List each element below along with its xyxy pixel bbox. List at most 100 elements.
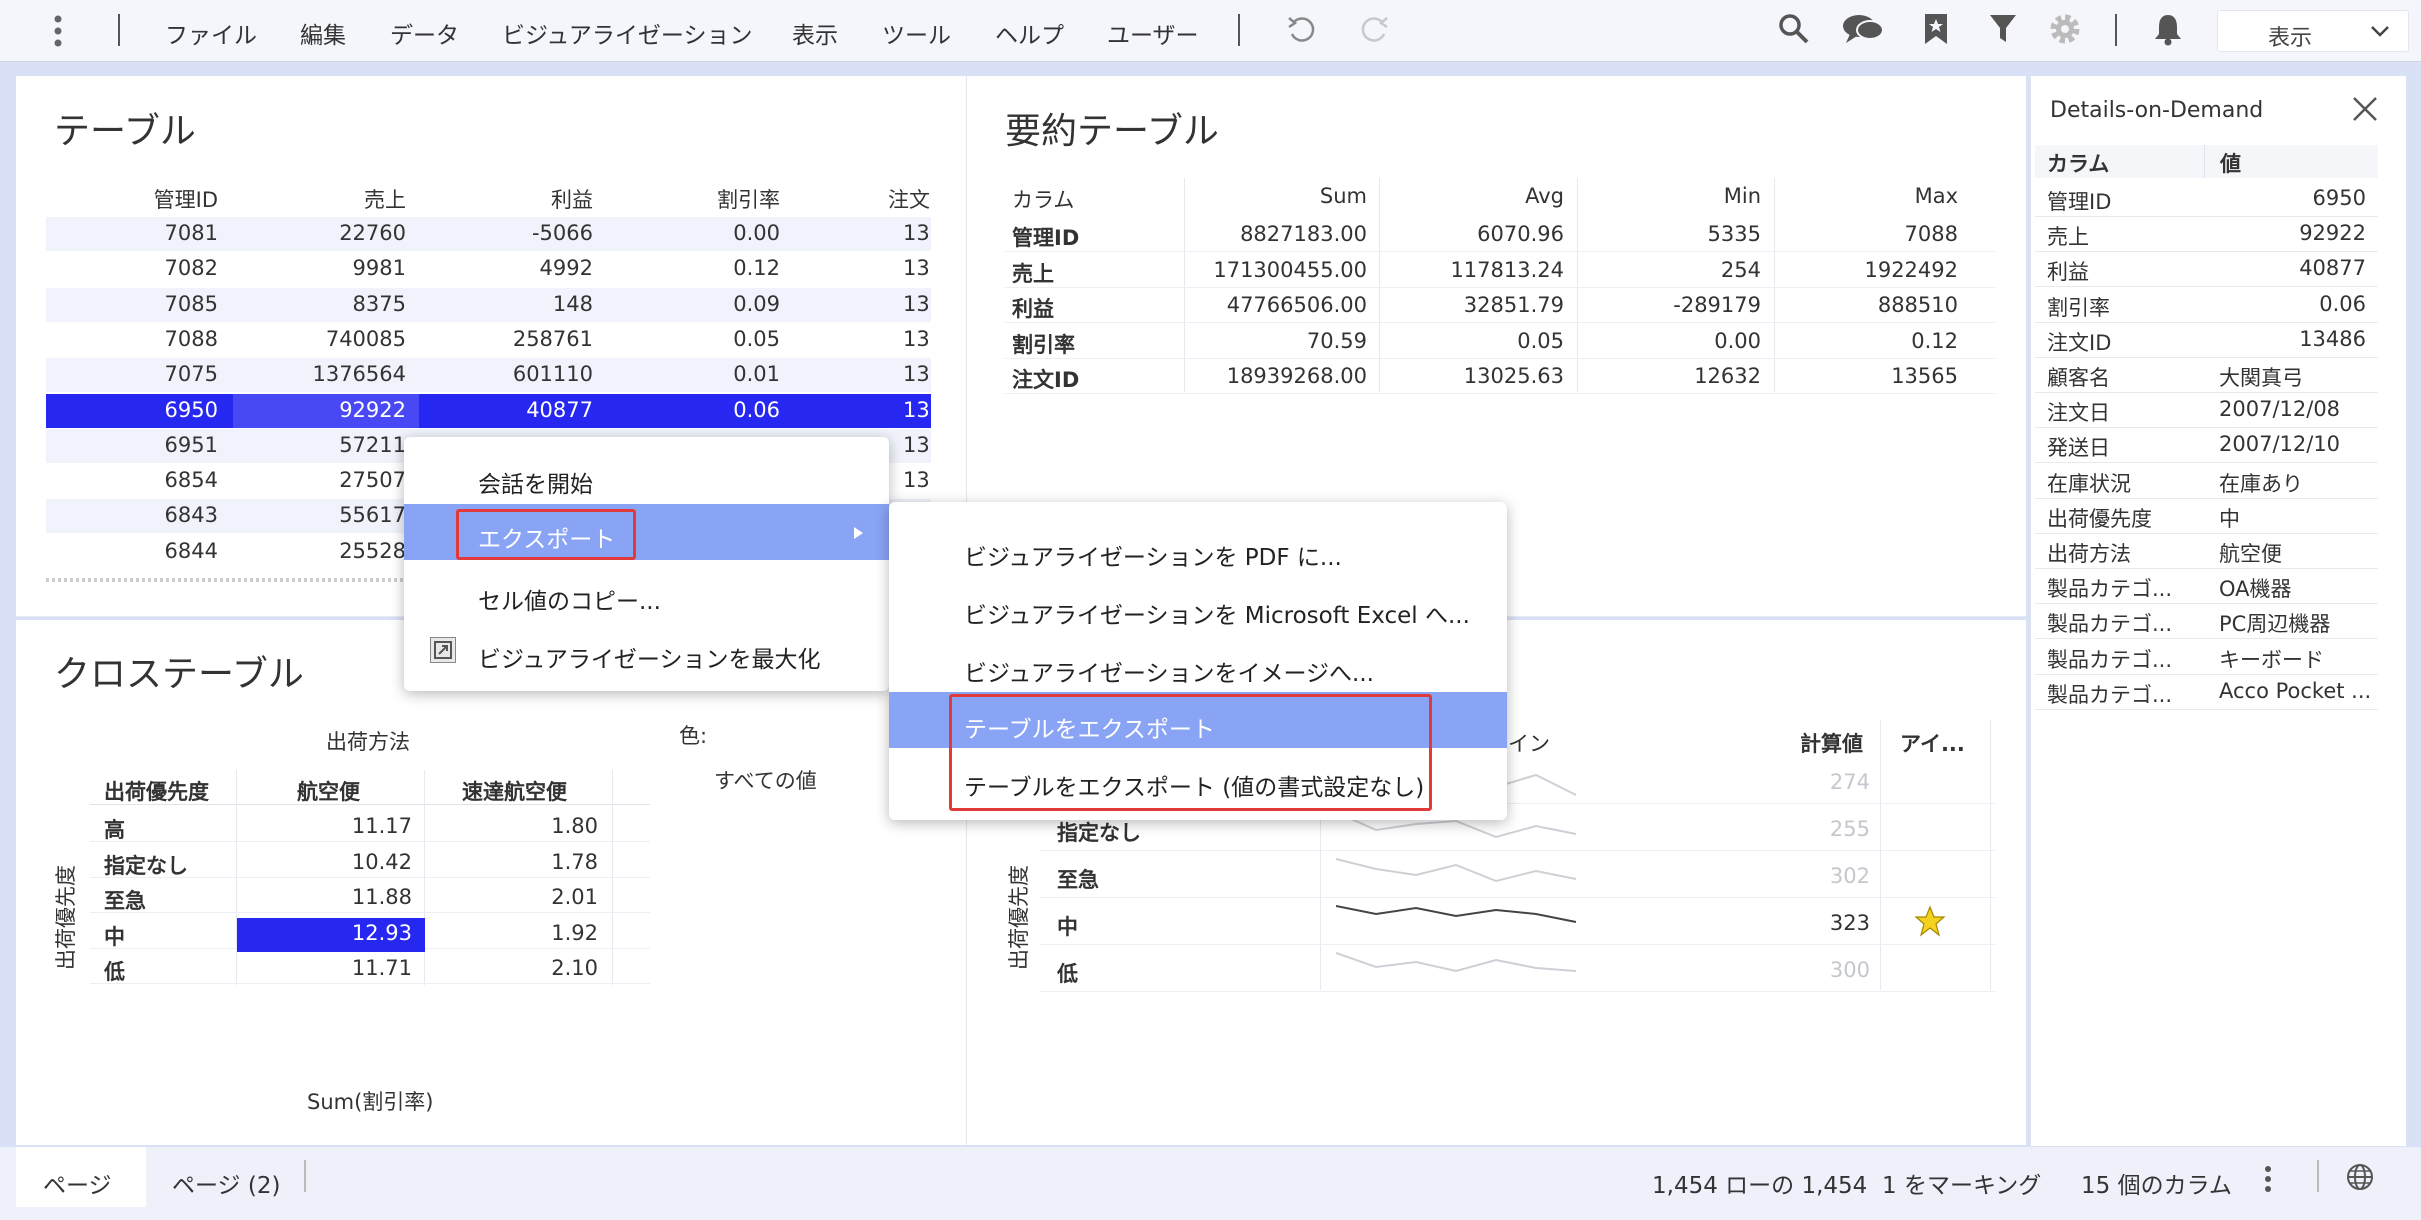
menu-item-copy-cell[interactable]: セル値のコピー...	[478, 582, 661, 616]
table-column-header[interactable]: 利益	[408, 184, 593, 214]
graphical-row-divider	[1040, 850, 1995, 851]
menu-item-export-excel[interactable]: ビジュアライゼーションを Microsoft Excel へ...	[964, 596, 1470, 630]
graphical-row-label: 中	[1057, 915, 1078, 939]
details-row-divider	[2035, 216, 2378, 217]
details-row-divider	[2035, 286, 2378, 288]
table-cell: 6844	[164, 538, 218, 563]
cross-table-panel	[16, 620, 1026, 1145]
menu-item-export-image[interactable]: ビジュアライゼーションをイメージへ...	[964, 654, 1374, 688]
summary-column-header[interactable]: Max	[1778, 184, 1958, 208]
menu-data[interactable]: データ	[390, 16, 459, 50]
cross-cell[interactable]: 1.92	[424, 921, 598, 945]
summary-column-header[interactable]: Sum	[1187, 184, 1367, 208]
cross-row-axis-label: 出荷優先度	[54, 865, 78, 970]
summary-cell: 1922492	[1864, 257, 1958, 282]
table-cell: 13	[903, 256, 930, 281]
summary-row-label: 管理ID	[1012, 226, 1080, 250]
column-divider	[1379, 178, 1380, 392]
details-row-divider	[2035, 462, 2378, 464]
details-row-divider	[2035, 532, 2378, 534]
menu-tools[interactable]: ツール	[882, 16, 951, 50]
details-field-name: 発送日	[2047, 436, 2110, 461]
table-cell: 7075	[164, 362, 218, 387]
table-column-header[interactable]: 管理ID	[48, 184, 218, 214]
summary-column-header[interactable]: カラム	[1012, 184, 1074, 214]
menu-file[interactable]: ファイル	[165, 16, 257, 50]
graphical-calc-value: 300	[1829, 958, 1870, 982]
menu-view[interactable]: 表示	[792, 16, 838, 50]
more-vertical-icon[interactable]	[52, 14, 64, 48]
table-column-header[interactable]: 注文	[830, 184, 930, 214]
details-field-value: 92922	[2299, 221, 2366, 246]
table-column-header[interactable]: 割引率	[595, 184, 780, 214]
cross-row-header: 出荷優先度	[104, 780, 209, 804]
table-cell: 92922	[339, 397, 406, 422]
cross-table-title: クロステーブル	[54, 654, 304, 695]
table-cell: 13	[903, 221, 930, 245]
comments-icon[interactable]	[1840, 12, 1886, 50]
details-field-name: 注文日	[2047, 401, 2110, 426]
details-field-name: 注文ID	[2047, 330, 2112, 355]
summary-cell: -289179	[1673, 293, 1761, 317]
details-field-value: 2007/12/08	[2219, 397, 2341, 422]
cross-cell[interactable]: 12.93	[236, 921, 412, 945]
summary-column-header[interactable]: Avg	[1384, 184, 1564, 208]
table-cell: 0.09	[733, 291, 780, 316]
summary-cell: 70.59	[1306, 328, 1367, 353]
table-cell: 40877	[526, 397, 593, 422]
menu-visualization[interactable]: ビジュアライゼーション	[502, 16, 752, 50]
menu-item-maximize[interactable]: ビジュアライゼーションを最大化	[478, 640, 820, 674]
cross-cell[interactable]: 11.88	[236, 885, 412, 909]
more-vertical-icon[interactable]	[2263, 1165, 2273, 1197]
cross-cell[interactable]: 2.10	[424, 956, 598, 980]
details-field-value: 大関真弓	[2219, 366, 2303, 390]
undo-icon[interactable]	[1284, 12, 1320, 52]
summary-row-divider	[1005, 357, 1995, 359]
gear-icon[interactable]	[2048, 12, 2082, 50]
summary-row-label: 利益	[1012, 297, 1054, 321]
details-row-divider	[2035, 321, 2378, 323]
search-icon[interactable]	[1777, 12, 1811, 50]
table-cell: 27507	[339, 468, 406, 493]
menu-item-start-conversation[interactable]: 会話を開始	[478, 465, 593, 499]
view-select[interactable]: 表示	[2217, 10, 2409, 52]
menu-user[interactable]: ユーザー	[1107, 16, 1199, 50]
table-cell: 4992	[539, 256, 593, 281]
details-field-name: 顧客名	[2047, 366, 2110, 390]
details-row-divider	[2035, 568, 2378, 569]
cross-cell[interactable]: 11.71	[236, 956, 412, 980]
close-icon[interactable]	[2350, 94, 2380, 128]
cross-cell[interactable]: 1.80	[424, 814, 598, 838]
menu-edit[interactable]: 編集	[300, 16, 346, 50]
cross-row-label: 低	[104, 960, 125, 984]
details-field-name: 出荷方法	[2047, 542, 2131, 566]
globe-icon[interactable]	[2345, 1162, 2375, 1196]
menu-bar: ファイル 編集 データ ビジュアライゼーション 表示 ツール ヘルプ ユーザー …	[0, 0, 2421, 62]
cross-cell[interactable]: 11.17	[236, 814, 412, 838]
notification-bell-icon[interactable]	[2153, 12, 2183, 50]
graphical-calc-value: 274	[1829, 770, 1870, 794]
bookmark-icon[interactable]	[1922, 12, 1950, 50]
summary-cell: 6070.96	[1477, 222, 1564, 246]
table-cell: 25528	[339, 538, 406, 563]
cross-cell[interactable]: 2.01	[424, 885, 598, 909]
redo-icon[interactable]	[1356, 12, 1392, 52]
menu-help[interactable]: ヘルプ	[995, 16, 1064, 50]
cross-cell[interactable]: 1.78	[424, 850, 598, 874]
details-field-value: キーボード	[2219, 647, 2324, 672]
details-field-value: Acco Pocket ...	[2219, 678, 2371, 703]
cross-cell[interactable]: 10.42	[236, 850, 412, 874]
column-divider	[236, 770, 237, 985]
summary-column-header[interactable]: Min	[1581, 184, 1761, 208]
details-field-name: 製品カテゴ...	[2047, 647, 2173, 672]
details-title: Details-on-Demand	[2050, 98, 2264, 123]
graphical-row-divider	[1040, 897, 1995, 898]
filter-icon[interactable]	[1988, 12, 2018, 50]
page-tab-2[interactable]: ページ (2)	[172, 1166, 280, 1200]
menu-item-export-pdf[interactable]: ビジュアライゼーションを PDF に...	[964, 538, 1342, 572]
table-column-header[interactable]: 売上	[221, 184, 406, 214]
cross-column-header: 速達航空便	[462, 780, 567, 804]
table-cell: 7081	[164, 221, 218, 245]
cross-row-label: 指定なし	[104, 853, 188, 878]
highlight-box	[949, 694, 1432, 811]
